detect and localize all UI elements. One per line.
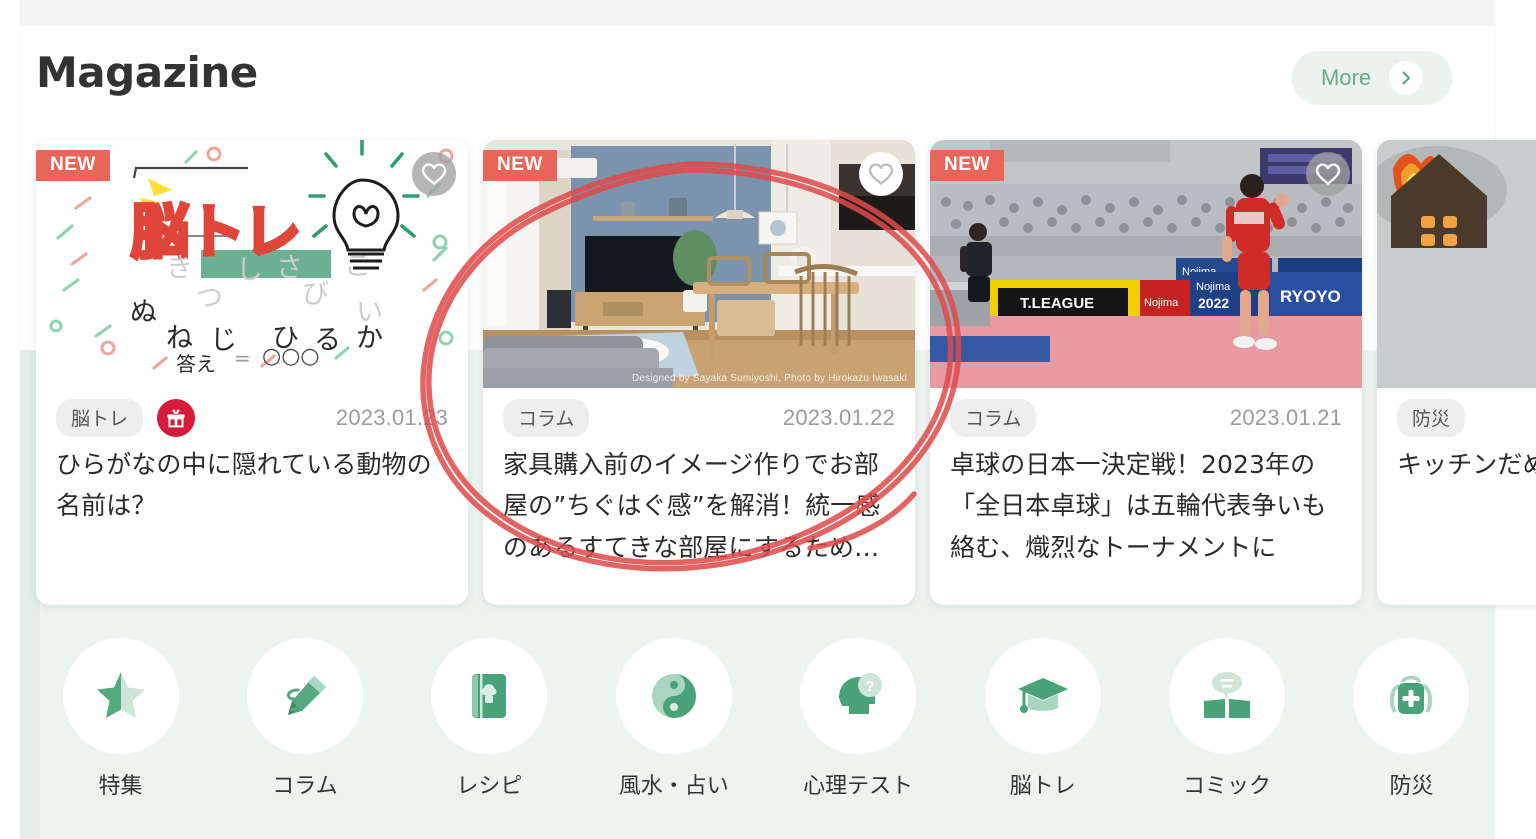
card-tag[interactable]: 防災 bbox=[1397, 399, 1466, 437]
card-date: 2023.01.23 bbox=[335, 405, 448, 430]
more-button-label: More bbox=[1320, 65, 1372, 90]
card-body: 防災 キッチンだめて知って知識 bbox=[1377, 388, 1536, 505]
head-question-icon: ? bbox=[839, 673, 883, 714]
graduation-cap-icon bbox=[1017, 678, 1068, 713]
pencil-icon bbox=[286, 676, 326, 715]
emergency-backpack-icon bbox=[1390, 675, 1433, 714]
category-icon-wrap bbox=[246, 638, 363, 754]
card-media: Nojima T.LEAGUE Nojima Nojima 2022 RYOYO bbox=[930, 140, 1362, 388]
section-header: Magazine More bbox=[36, 48, 1496, 118]
favorite-button[interactable] bbox=[1306, 152, 1350, 196]
category-item-disaster-prevention[interactable]: 防災 bbox=[1349, 638, 1474, 808]
category-icon-wrap bbox=[1353, 638, 1470, 754]
svg-text:?: ? bbox=[866, 678, 875, 695]
photo-credit: Designed by Sayaka Sumiyoshi, Photo by H… bbox=[631, 373, 907, 384]
card-tag[interactable]: コラム bbox=[503, 399, 590, 437]
new-badge: NEW bbox=[36, 150, 110, 181]
svg-text:2022: 2022 bbox=[1198, 295, 1229, 311]
heart-outline-icon bbox=[1315, 163, 1341, 185]
card-title[interactable]: キッチンだめて知って知識 bbox=[1397, 444, 1536, 485]
recipe-book-icon bbox=[472, 674, 507, 718]
kana-letter: ぬ bbox=[130, 297, 157, 328]
category-icon-wrap bbox=[1169, 638, 1286, 754]
svg-text:Nojima: Nojima bbox=[1196, 281, 1231, 293]
category-shortcut-row[interactable]: 特集 コラム レシピ 風水・占い ? 心理テスト 脳トレ コミック 防災 bbox=[36, 638, 1496, 808]
card-media: Designed by Sayaka Sumiyoshi, Photo by H… bbox=[483, 140, 915, 388]
category-item-psychology-test[interactable]: ? 心理テスト bbox=[796, 638, 921, 808]
category-icon-wrap bbox=[615, 638, 732, 754]
category-label: 風水・占い bbox=[618, 774, 729, 799]
page-title: Magazine bbox=[36, 48, 258, 97]
heart-outline-icon bbox=[421, 163, 447, 185]
category-label: 特集 bbox=[98, 774, 143, 799]
kana-faint: さ bbox=[276, 253, 303, 284]
category-label: レシピ bbox=[456, 774, 523, 799]
category-item-brain-training[interactable]: 脳トレ bbox=[980, 638, 1105, 808]
card-tag[interactable]: 脳トレ bbox=[56, 399, 144, 437]
kana-letter: か bbox=[356, 323, 383, 354]
card-meta-row: 脳トレ 2023.01.23 bbox=[56, 399, 448, 437]
svg-text:RYOYO: RYOYO bbox=[1280, 287, 1341, 306]
card-title[interactable]: 卓球の日本一決定戦！2023年の「全日本卓球」は五輪代表争いも絡む、熾烈なトーナ… bbox=[950, 444, 1342, 568]
kana-faint: き bbox=[166, 253, 193, 284]
kana-faint: こ bbox=[344, 251, 371, 282]
card-meta-row: コラム 2023.01.21 bbox=[950, 399, 1342, 437]
card-body: コラム 2023.01.22 家具購入前のイメージ作りでお部屋の”ちぐはぐ感”を… bbox=[483, 388, 915, 588]
yin-yang-icon bbox=[651, 674, 696, 718]
category-label: 脳トレ bbox=[1009, 774, 1076, 799]
card-tag[interactable]: コラム bbox=[950, 399, 1037, 437]
card-body: コラム 2023.01.21 卓球の日本一決定戦！2023年の「全日本卓球」は五… bbox=[930, 388, 1362, 588]
magazine-screen: Magazine More 脳トレ き し さ こ つ び い ぬ ね じ ひ … bbox=[0, 0, 1536, 839]
category-item-recipe[interactable]: レシピ bbox=[427, 638, 552, 808]
category-label: 心理テスト bbox=[803, 774, 914, 799]
comic-book-icon bbox=[1204, 672, 1251, 718]
card-meta-row: 防災 bbox=[1397, 399, 1536, 437]
card-media: 脳トレ き し さ こ つ び い ぬ ね じ ひ る か 答え = ○○○ N… bbox=[36, 140, 468, 388]
burning-paper-house-photo bbox=[1377, 140, 1536, 388]
new-badge: NEW bbox=[930, 150, 1004, 181]
category-item-fengshui[interactable]: 風水・占い bbox=[611, 638, 736, 808]
category-label: コミック bbox=[1183, 774, 1272, 799]
card-meta-row: コラム 2023.01.22 bbox=[503, 399, 895, 437]
card-date: 2023.01.22 bbox=[782, 405, 895, 430]
answer-label: 答え bbox=[176, 352, 216, 376]
card-title[interactable]: 家具購入前のイメージ作りでお部屋の”ちぐはぐ感”を解消！統一感のあるすてきな部屋… bbox=[503, 444, 895, 568]
card-date: 2023.01.21 bbox=[1229, 405, 1342, 430]
svg-text:T.LEAGUE: T.LEAGUE bbox=[1020, 295, 1094, 312]
card-title[interactable]: ひらがなの中に隠れている動物の名前は？ bbox=[56, 444, 448, 527]
star-icon bbox=[96, 672, 145, 718]
favorite-button[interactable] bbox=[412, 152, 456, 196]
more-button[interactable]: More bbox=[1292, 51, 1452, 105]
kana-mid: つ bbox=[196, 283, 223, 314]
heart-outline-icon bbox=[868, 163, 894, 185]
category-item-comic[interactable]: コミック bbox=[1165, 638, 1290, 808]
svg-text:Nojima: Nojima bbox=[1144, 297, 1179, 309]
answer-blanks: ○○○ bbox=[262, 344, 320, 369]
category-item-feature[interactable]: 特集 bbox=[58, 638, 183, 808]
magazine-card[interactable]: 脳トレ き し さ こ つ び い ぬ ね じ ひ る か 答え = ○○○ N… bbox=[36, 140, 468, 605]
category-icon-wrap: ? bbox=[800, 638, 917, 754]
favorite-button[interactable] bbox=[859, 152, 903, 196]
chevron-right-icon bbox=[1389, 61, 1424, 95]
magazine-card-list[interactable]: 脳トレ き し さ こ つ び い ぬ ね じ ひ る か 答え = ○○○ N… bbox=[36, 140, 1536, 605]
card-body: 脳トレ 2023.01.23 ひらがなの中に隠れている動物の名前は？ bbox=[36, 388, 468, 547]
magazine-card[interactable]: Designed by Sayaka Sumiyoshi, Photo by H… bbox=[483, 140, 915, 605]
category-icon-wrap bbox=[984, 638, 1101, 754]
category-label: コラム bbox=[272, 774, 338, 799]
category-icon-wrap bbox=[431, 638, 548, 754]
magazine-card[interactable]: 防災 キッチンだめて知って知識 bbox=[1377, 140, 1536, 605]
card-media bbox=[1377, 140, 1536, 388]
kana-mid: び bbox=[302, 279, 329, 310]
answer-equals: = bbox=[234, 346, 251, 370]
category-item-column[interactable]: コラム bbox=[242, 638, 367, 808]
kana-faint: し bbox=[236, 255, 263, 286]
illustration-heading: 脳トレ bbox=[129, 196, 303, 268]
new-badge: NEW bbox=[483, 150, 557, 181]
magazine-card[interactable]: Nojima T.LEAGUE Nojima Nojima 2022 RYOYO bbox=[930, 140, 1362, 605]
category-icon-wrap bbox=[62, 638, 179, 754]
category-label: 防災 bbox=[1389, 774, 1434, 799]
gift-icon bbox=[157, 399, 196, 437]
